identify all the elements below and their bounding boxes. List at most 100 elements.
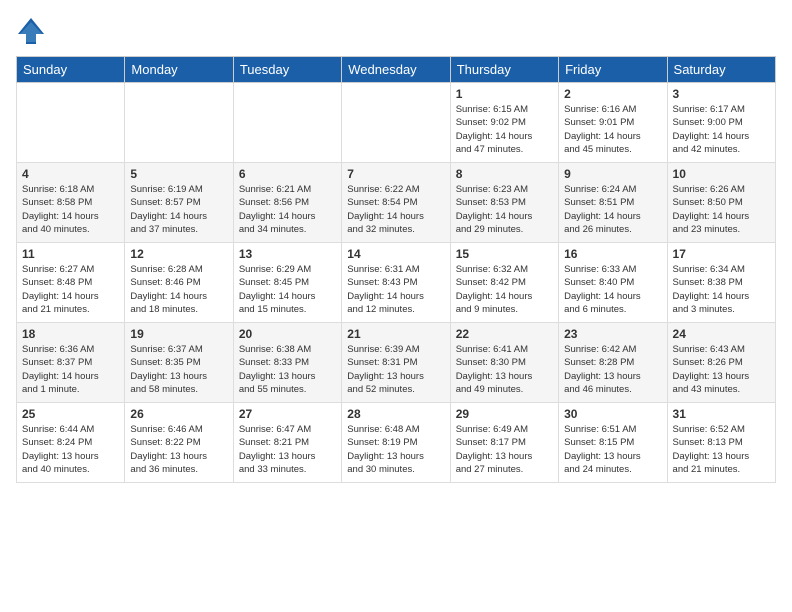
- day-number: 28: [347, 407, 444, 421]
- day-number: 15: [456, 247, 553, 261]
- weekday-header-sunday: Sunday: [17, 57, 125, 83]
- calendar-cell: 20Sunrise: 6:38 AM Sunset: 8:33 PM Dayli…: [233, 323, 341, 403]
- calendar-cell: 19 Sunrise: 6:37 AM Sunset: 8:35 PM Dayli…: [125, 323, 233, 403]
- day-number: 27: [239, 407, 336, 421]
- calendar-cell: 12 Sunrise: 6:28 AM Sunset: 8:46 PM Dayli…: [125, 243, 233, 323]
- day-info: Sunrise: 6:34 AM Sunset: 8:38 PM Dayligh…: [673, 263, 770, 316]
- day-info: Sunrise: 6:26 AM Sunset: 8:50 PM Dayligh…: [673, 183, 770, 236]
- day-number: 4: [22, 167, 119, 181]
- day-number: 1: [456, 87, 553, 101]
- day-info: Sunrise: 6:18 AM Sunset: 8:58 PM Dayligh…: [22, 183, 119, 236]
- calendar-cell: 2 Sunrise: 6:16 AM Sunset: 9:01 PM Daylig…: [559, 83, 667, 163]
- day-info: Sunrise: 6:27 AM Sunset: 8:48 PM Dayligh…: [22, 263, 119, 316]
- day-number: 31: [673, 407, 770, 421]
- calendar-cell: 1 Sunrise: 6:15 AM Sunset: 9:02 PM Daylig…: [450, 83, 558, 163]
- weekday-header-tuesday: Tuesday: [233, 57, 341, 83]
- day-info: Sunrise: 6:39 AM Sunset: 8:31 PM Dayligh…: [347, 343, 444, 396]
- day-number: 16: [564, 247, 661, 261]
- calendar-cell: 25 Sunrise: 6:44 AM Sunset: 8:24 PM Dayli…: [17, 403, 125, 483]
- day-number: 9: [564, 167, 661, 181]
- weekday-header-row: SundayMondayTuesdayWednesdayThursdayFrid…: [17, 57, 776, 83]
- calendar-cell: [125, 83, 233, 163]
- day-number: 13: [239, 247, 336, 261]
- calendar-week-4: 18 Sunrise: 6:36 AM Sunset: 8:37 PM Dayli…: [17, 323, 776, 403]
- day-info: Sunrise: 6:48 AM Sunset: 8:19 PM Dayligh…: [347, 423, 444, 476]
- day-info: Sunrise: 6:31 AM Sunset: 8:43 PM Dayligh…: [347, 263, 444, 316]
- day-info: Sunrise: 6:22 AM Sunset: 8:54 PM Dayligh…: [347, 183, 444, 236]
- calendar-week-3: 11Sunrise: 6:27 AM Sunset: 8:48 PM Dayli…: [17, 243, 776, 323]
- logo: [16, 16, 50, 46]
- header: [16, 16, 776, 46]
- day-info: Sunrise: 6:52 AM Sunset: 8:13 PM Dayligh…: [673, 423, 770, 476]
- day-number: 20: [239, 327, 336, 341]
- calendar-week-5: 25 Sunrise: 6:44 AM Sunset: 8:24 PM Dayli…: [17, 403, 776, 483]
- day-info: Sunrise: 6:29 AM Sunset: 8:45 PM Dayligh…: [239, 263, 336, 316]
- page: SundayMondayTuesdayWednesdayThursdayFrid…: [0, 0, 792, 612]
- day-number: 17: [673, 247, 770, 261]
- day-info: Sunrise: 6:42 AM Sunset: 8:28 PM Dayligh…: [564, 343, 661, 396]
- day-number: 5: [130, 167, 227, 181]
- calendar-cell: 9 Sunrise: 6:24 AM Sunset: 8:51 PM Daylig…: [559, 163, 667, 243]
- day-info: Sunrise: 6:44 AM Sunset: 8:24 PM Dayligh…: [22, 423, 119, 476]
- day-info: Sunrise: 6:16 AM Sunset: 9:01 PM Dayligh…: [564, 103, 661, 156]
- day-number: 26: [130, 407, 227, 421]
- day-info: Sunrise: 6:24 AM Sunset: 8:51 PM Dayligh…: [564, 183, 661, 236]
- calendar-cell: 5 Sunrise: 6:19 AM Sunset: 8:57 PM Daylig…: [125, 163, 233, 243]
- day-number: 12: [130, 247, 227, 261]
- day-info: Sunrise: 6:33 AM Sunset: 8:40 PM Dayligh…: [564, 263, 661, 316]
- calendar-cell: 13 Sunrise: 6:29 AM Sunset: 8:45 PM Dayli…: [233, 243, 341, 323]
- calendar-cell: 28 Sunrise: 6:48 AM Sunset: 8:19 PM Dayli…: [342, 403, 450, 483]
- day-number: 21: [347, 327, 444, 341]
- day-info: Sunrise: 6:32 AM Sunset: 8:42 PM Dayligh…: [456, 263, 553, 316]
- day-info: Sunrise: 6:19 AM Sunset: 8:57 PM Dayligh…: [130, 183, 227, 236]
- calendar-table: SundayMondayTuesdayWednesdayThursdayFrid…: [16, 56, 776, 483]
- day-info: Sunrise: 6:51 AM Sunset: 8:15 PM Dayligh…: [564, 423, 661, 476]
- calendar-cell: 15 Sunrise: 6:32 AM Sunset: 8:42 PM Dayli…: [450, 243, 558, 323]
- weekday-header-thursday: Thursday: [450, 57, 558, 83]
- calendar-cell: 24Sunrise: 6:43 AM Sunset: 8:26 PM Dayli…: [667, 323, 775, 403]
- weekday-header-saturday: Saturday: [667, 57, 775, 83]
- day-number: 22: [456, 327, 553, 341]
- day-number: 18: [22, 327, 119, 341]
- day-number: 24: [673, 327, 770, 341]
- day-number: 19: [130, 327, 227, 341]
- calendar-cell: 16 Sunrise: 6:33 AM Sunset: 8:40 PM Dayli…: [559, 243, 667, 323]
- day-number: 2: [564, 87, 661, 101]
- day-info: Sunrise: 6:15 AM Sunset: 9:02 PM Dayligh…: [456, 103, 553, 156]
- day-number: 25: [22, 407, 119, 421]
- calendar-week-1: 1 Sunrise: 6:15 AM Sunset: 9:02 PM Daylig…: [17, 83, 776, 163]
- calendar-cell: 23Sunrise: 6:42 AM Sunset: 8:28 PM Dayli…: [559, 323, 667, 403]
- day-number: 7: [347, 167, 444, 181]
- day-info: Sunrise: 6:36 AM Sunset: 8:37 PM Dayligh…: [22, 343, 119, 396]
- calendar-week-2: 4 Sunrise: 6:18 AM Sunset: 8:58 PM Daylig…: [17, 163, 776, 243]
- day-info: Sunrise: 6:21 AM Sunset: 8:56 PM Dayligh…: [239, 183, 336, 236]
- day-info: Sunrise: 6:41 AM Sunset: 8:30 PM Dayligh…: [456, 343, 553, 396]
- day-info: Sunrise: 6:28 AM Sunset: 8:46 PM Dayligh…: [130, 263, 227, 316]
- calendar-cell: 3 Sunrise: 6:17 AM Sunset: 9:00 PM Daylig…: [667, 83, 775, 163]
- day-number: 30: [564, 407, 661, 421]
- calendar-cell: 22 Sunrise: 6:41 AM Sunset: 8:30 PM Dayli…: [450, 323, 558, 403]
- day-info: Sunrise: 6:23 AM Sunset: 8:53 PM Dayligh…: [456, 183, 553, 236]
- day-info: Sunrise: 6:46 AM Sunset: 8:22 PM Dayligh…: [130, 423, 227, 476]
- calendar-cell: 7 Sunrise: 6:22 AM Sunset: 8:54 PM Daylig…: [342, 163, 450, 243]
- day-number: 3: [673, 87, 770, 101]
- calendar-cell: 18 Sunrise: 6:36 AM Sunset: 8:37 PM Dayli…: [17, 323, 125, 403]
- day-info: Sunrise: 6:47 AM Sunset: 8:21 PM Dayligh…: [239, 423, 336, 476]
- calendar-cell: 26 Sunrise: 6:46 AM Sunset: 8:22 PM Dayli…: [125, 403, 233, 483]
- weekday-header-friday: Friday: [559, 57, 667, 83]
- calendar-cell: 31 Sunrise: 6:52 AM Sunset: 8:13 PM Dayli…: [667, 403, 775, 483]
- weekday-header-wednesday: Wednesday: [342, 57, 450, 83]
- day-info: Sunrise: 6:37 AM Sunset: 8:35 PM Dayligh…: [130, 343, 227, 396]
- calendar-cell: 10 Sunrise: 6:26 AM Sunset: 8:50 PM Dayli…: [667, 163, 775, 243]
- day-info: Sunrise: 6:49 AM Sunset: 8:17 PM Dayligh…: [456, 423, 553, 476]
- day-number: 10: [673, 167, 770, 181]
- calendar-cell: 29 Sunrise: 6:49 AM Sunset: 8:17 PM Dayli…: [450, 403, 558, 483]
- weekday-header-monday: Monday: [125, 57, 233, 83]
- day-number: 29: [456, 407, 553, 421]
- calendar-cell: 14Sunrise: 6:31 AM Sunset: 8:43 PM Dayli…: [342, 243, 450, 323]
- calendar-cell: 21 Sunrise: 6:39 AM Sunset: 8:31 PM Dayli…: [342, 323, 450, 403]
- calendar-cell: [17, 83, 125, 163]
- calendar-cell: 17 Sunrise: 6:34 AM Sunset: 8:38 PM Dayli…: [667, 243, 775, 323]
- day-info: Sunrise: 6:17 AM Sunset: 9:00 PM Dayligh…: [673, 103, 770, 156]
- calendar-cell: 6Sunrise: 6:21 AM Sunset: 8:56 PM Daylig…: [233, 163, 341, 243]
